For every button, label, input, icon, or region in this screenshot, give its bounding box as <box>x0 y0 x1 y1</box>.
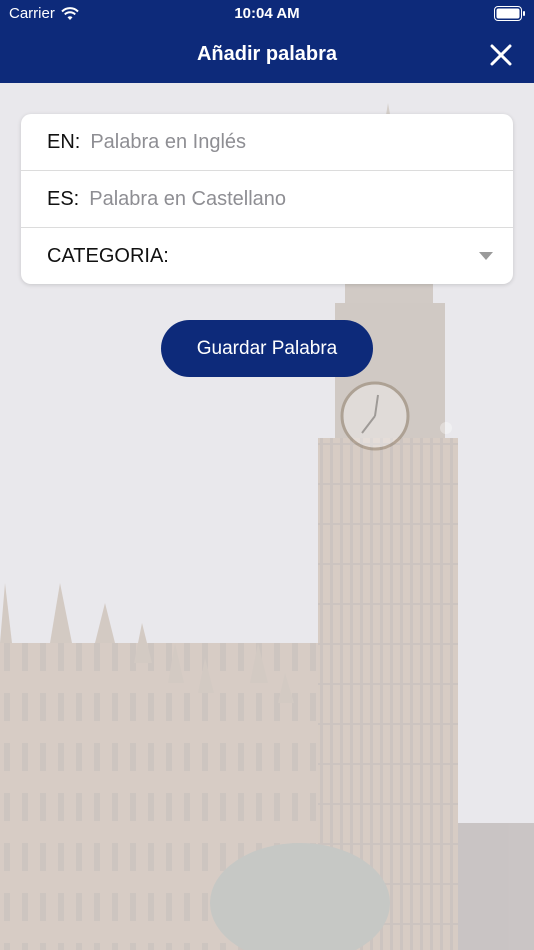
category-select[interactable]: CATEGORIA: <box>21 227 513 284</box>
close-icon <box>490 44 512 66</box>
spanish-label: ES: <box>47 187 80 210</box>
category-label: CATEGORIA: <box>47 244 169 267</box>
status-bar: Carrier 10:04 AM <box>0 0 534 28</box>
spanish-word-input[interactable] <box>89 187 470 211</box>
chevron-down-icon <box>479 252 493 260</box>
nav-bar: Añadir palabra <box>0 28 534 83</box>
app-header: Carrier 10:04 AM Añadir palabra <box>0 0 534 83</box>
save-word-button[interactable]: Guardar Palabra <box>161 320 373 377</box>
close-button[interactable] <box>486 40 516 70</box>
battery-icon <box>494 6 525 21</box>
page-title: Añadir palabra <box>196 43 338 65</box>
add-word-screen: Carrier 10:04 AM Añadir palabra EN: Pala… <box>0 0 534 950</box>
spanish-row: ES: <box>21 170 513 227</box>
status-time: 10:04 AM <box>234 5 300 22</box>
english-label: EN: <box>47 130 81 153</box>
word-form-card: EN: ES: CATEGORIA: <box>21 114 513 284</box>
english-row: EN: <box>21 114 513 170</box>
english-word-input[interactable] <box>90 130 471 154</box>
